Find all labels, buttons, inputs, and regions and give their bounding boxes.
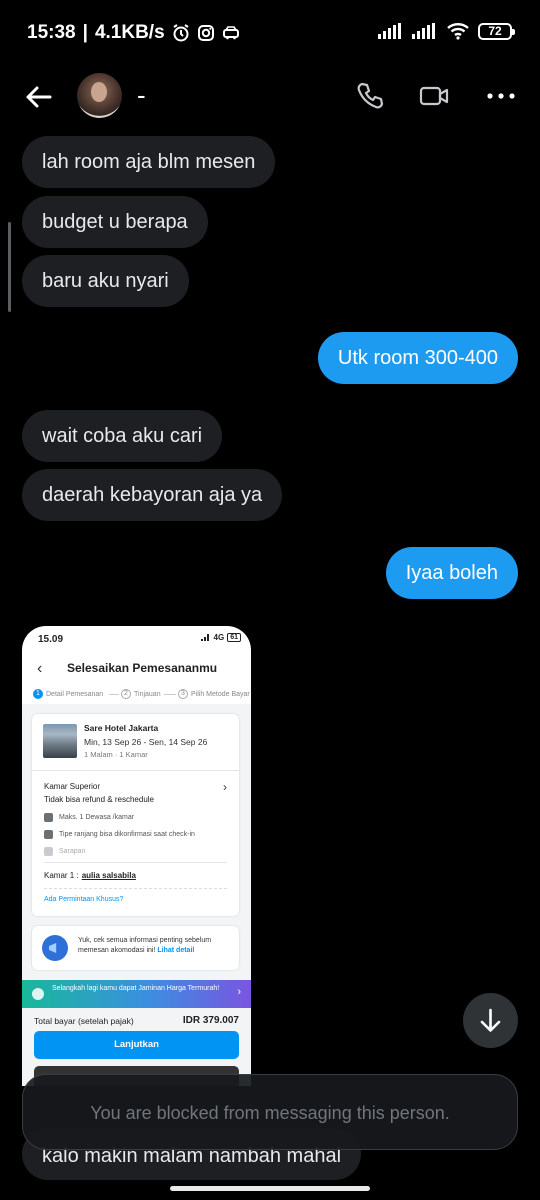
scroll-indicator[interactable] (8, 222, 11, 312)
arrow-down-icon (480, 1008, 501, 1032)
status-right: 72 (378, 22, 515, 40)
feature-label: Tipe ranjang bisa dikonfirmasi saat chec… (59, 831, 195, 838)
phone-icon[interactable] (354, 80, 386, 112)
status-bar: 15:38 | 4.1KB/s 72 (0, 0, 540, 66)
room-policy: Tidak bisa refund & reschedule (44, 795, 154, 804)
back-arrow-icon[interactable] (22, 80, 56, 114)
info-text: Yuk, cek semua informasi penting sebelum… (78, 936, 233, 956)
step-number: 3 (178, 689, 188, 699)
car-icon (222, 26, 239, 40)
total-label: Total bayar (setelah pajak) (34, 1016, 134, 1026)
step-divider (109, 694, 119, 695)
signal-icon-2 (412, 23, 435, 39)
bed-icon (44, 830, 53, 839)
attachment-battery: 61 (227, 633, 241, 642)
signal-icon (200, 634, 209, 641)
signal-icon (378, 23, 401, 39)
status-speed: 4.1KB/s (94, 22, 165, 43)
step-number: 2 (121, 689, 131, 699)
alarm-icon (173, 24, 189, 42)
chevron-left-icon: ‹ (37, 660, 43, 677)
status-separator: | (82, 22, 88, 43)
contact-name[interactable]: - (137, 80, 146, 111)
status-left: 15:38 | 4.1KB/s (27, 22, 240, 44)
step-1: 1 Detail Pemesanan (33, 689, 103, 699)
avatar-face (91, 82, 107, 102)
feature-breakfast: Sarapan (44, 847, 85, 856)
feature-label: Maks. 1 Dewasa /kamar (59, 814, 135, 821)
blocked-notice: You are blocked from messaging this pers… (22, 1074, 518, 1150)
conversation-header: - (0, 66, 540, 126)
badge-icon (32, 988, 44, 1000)
divider (32, 770, 239, 771)
step-divider (164, 694, 176, 695)
avatar[interactable] (77, 73, 122, 118)
chevron-right-icon: › (237, 986, 241, 998)
message-bubble-received[interactable]: lah room aja blm mesen (22, 136, 276, 188)
continue-button: Lanjutkan (34, 1031, 239, 1059)
megaphone-icon (42, 935, 68, 961)
info-card: Yuk, cek semua informasi penting sebelum… (32, 926, 239, 970)
guest-label: Kamar 1 : (44, 871, 79, 880)
guest-row: Kamar 1 : aulia salsabila (44, 871, 136, 880)
message-bubble-sent[interactable]: Utk room 300-400 (317, 332, 518, 384)
hotel-card: Sare Hotel Jakarta Min, 13 Sep 26 - Sen,… (32, 714, 239, 916)
attachment-page-title: Selesaikan Pemesananmu (67, 661, 218, 675)
message-bubble-received[interactable]: budget u berapa (22, 196, 208, 248)
divider (44, 888, 227, 889)
step-label: Pilih Metode Bayar (191, 690, 250, 698)
attachment-network: 4G (213, 633, 225, 642)
hotel-name: Sare Hotel Jakarta (84, 723, 159, 733)
message-bubble-received[interactable]: wait coba aku cari (22, 410, 223, 462)
guest-name: aulia salsabila (81, 871, 136, 880)
stay-dates: Min, 13 Sep 26 - Sen, 14 Sep 26 (84, 737, 208, 747)
status-time: 15:38 (27, 22, 76, 43)
battery-icon: 72 (478, 22, 515, 40)
attachment-status-bar: 15.09 4G 61 (22, 626, 251, 652)
more-options-icon[interactable] (485, 80, 517, 112)
wifi-icon (447, 23, 469, 40)
attachment-time: 15.09 (38, 634, 64, 645)
chevron-right-icon: › (223, 780, 227, 794)
stay-nights: 1 Malam · 1 Kamar (84, 750, 148, 759)
person-icon (44, 813, 53, 822)
home-indicator[interactable] (170, 1186, 370, 1191)
attachment-signal: 4G 61 (200, 633, 241, 642)
attachment-title-row: ‹ Selesaikan Pemesananmu (22, 652, 251, 684)
step-label: Tinjauan (134, 690, 161, 698)
message-bubble-received[interactable]: daerah kebayoran aja ya (22, 469, 283, 521)
breakfast-icon (44, 847, 53, 856)
step-label: Detail Pemesanan (46, 690, 104, 698)
total-value: IDR 379.007 (182, 1015, 239, 1026)
hotel-thumbnail (43, 724, 77, 758)
attachment-body: Sare Hotel Jakarta Min, 13 Sep 26 - Sen,… (22, 704, 251, 1086)
feature-bed: Tipe ranjang bisa dikonfirmasi saat chec… (44, 830, 195, 839)
divider (44, 862, 227, 863)
blocked-notice-text: You are blocked from messaging this pers… (90, 1103, 450, 1123)
info-link: Lihat detail (157, 947, 195, 954)
message-bubble-sent[interactable]: Iyaa boleh (385, 547, 518, 599)
step-3: 3 Pilih Metode Bayar (178, 689, 250, 699)
instagram-icon (197, 25, 214, 41)
image-attachment[interactable]: 15.09 4G 61 ‹ Selesaikan Pemesananmu 1 De… (22, 626, 251, 1086)
promo-text: Selangkah lagi kamu dapat Jaminan Harga … (52, 985, 220, 992)
message-bubble-received[interactable]: baru aku nyari (22, 255, 189, 307)
promo-banner: Selangkah lagi kamu dapat Jaminan Harga … (22, 980, 251, 1008)
video-camera-icon[interactable] (418, 80, 450, 112)
step-2: 2 Tinjauan (121, 689, 161, 699)
feature-occupancy: Maks. 1 Dewasa /kamar (44, 813, 134, 822)
step-number: 1 (33, 689, 43, 699)
special-request-link: Ada Permintaan Khusus? (44, 896, 124, 903)
room-type: Kamar Superior (44, 782, 101, 791)
feature-label: Sarapan (59, 848, 86, 855)
booking-steps: 1 Detail Pemesanan 2 Tinjauan 3 Pilih Metod… (22, 684, 251, 704)
scroll-to-bottom-button[interactable] (463, 993, 518, 1048)
